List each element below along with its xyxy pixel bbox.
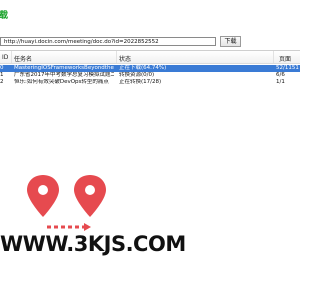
column-divider: [116, 51, 117, 63]
row-name: 恒乐:如何有效突破DevOps转型的痛点: [14, 79, 109, 85]
map-pin-icon: [74, 175, 106, 217]
row-progress: 52/1151: [276, 65, 299, 71]
watermark: WWW.3KJS.COM: [0, 175, 300, 265]
column-divider: [11, 51, 12, 63]
table-row[interactable]: 1 广东省2017年中考数学总复习模拟试题二201707... 转换资源(0/0…: [0, 72, 300, 79]
url-input[interactable]: http://huayi.docin.com/meeting/doc.do?id…: [0, 37, 216, 46]
app-title: 载: [0, 11, 9, 21]
row-index: 0: [0, 65, 4, 71]
header-name[interactable]: 任务名: [14, 54, 32, 63]
title-bar: 载: [0, 0, 300, 30]
table-row[interactable]: 0 MasteringIOSFrameworksBeyondtheBasics_…: [0, 65, 300, 72]
row-name: 广东省2017年中考数学总复习模拟试题二201707...: [14, 72, 114, 78]
map-pin-icon: [27, 175, 59, 217]
download-button[interactable]: 下载: [220, 36, 241, 47]
header-index[interactable]: ID: [2, 54, 8, 61]
row-status: 正在下载(64.74%): [119, 65, 167, 71]
row-progress: 6/6: [276, 72, 285, 78]
row-index: 1: [0, 72, 4, 78]
column-divider: [273, 51, 274, 63]
row-status: 转换资源(0/0): [119, 72, 155, 78]
row-status: 正在转换(17/28): [119, 79, 162, 85]
row-index: 2: [0, 79, 4, 85]
table-header: ID 任务名 状态 页面: [0, 51, 300, 64]
location-pins-graphic: [27, 175, 106, 231]
watermark-text: WWW.3KJS.COM: [0, 232, 186, 256]
row-name: MasteringIOSFrameworksBeyondtheBasics_2n…: [14, 65, 114, 71]
row-progress: 1/1: [276, 79, 285, 85]
dotted-route-icon: [47, 223, 91, 231]
header-status[interactable]: 状态: [119, 54, 131, 63]
header-progress[interactable]: 页面: [279, 54, 291, 63]
table-row[interactable]: 2 恒乐:如何有效突破DevOps转型的痛点 正在转换(17/28) 1/1: [0, 79, 300, 86]
